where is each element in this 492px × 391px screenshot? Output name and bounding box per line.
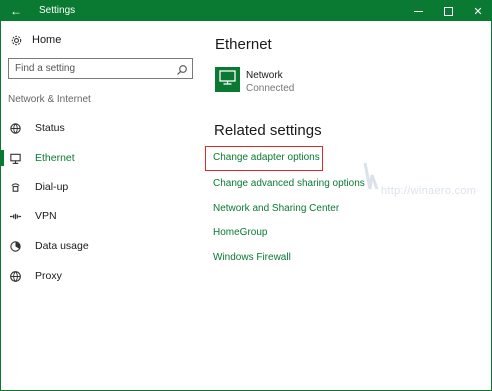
globe-icon xyxy=(8,269,22,283)
sidebar-item-dialup[interactable]: Dial-up xyxy=(1,176,201,198)
related-settings-heading: Related settings xyxy=(214,122,322,139)
search-box xyxy=(8,58,193,79)
search-input[interactable] xyxy=(9,63,169,74)
dialup-icon xyxy=(8,180,22,194)
sidebar-item-vpn[interactable]: VPN xyxy=(1,205,201,227)
sidebar-item-data-usage[interactable]: Data usage xyxy=(1,235,201,257)
maximize-icon xyxy=(443,6,453,16)
network-sharing-center-link[interactable]: Network and Sharing Center xyxy=(213,203,339,214)
minimize-icon xyxy=(413,10,423,12)
sidebar-item-ethernet[interactable]: Ethernet xyxy=(1,147,201,169)
vpn-icon xyxy=(8,209,22,223)
window-title: Settings xyxy=(39,5,76,16)
change-adapter-options-link[interactable]: Change adapter options xyxy=(213,152,320,163)
sidebar-item-label: Status xyxy=(35,122,65,134)
search-icon[interactable] xyxy=(176,63,188,75)
title-bar: ← Settings ✕ xyxy=(1,1,491,21)
sidebar-item-proxy[interactable]: Proxy xyxy=(1,265,201,287)
settings-window: ← Settings ✕ Home Netwo xyxy=(0,0,492,391)
sidebar-item-label: Dial-up xyxy=(35,181,69,193)
network-status: Connected xyxy=(246,83,295,94)
watermark-logo-icon xyxy=(363,161,379,193)
minimize-button[interactable] xyxy=(403,1,433,21)
back-button[interactable]: ← xyxy=(1,1,31,21)
homegroup-link[interactable]: HomeGroup xyxy=(213,227,267,238)
sidebar: Home Network & Internet Status xyxy=(1,21,201,390)
close-icon: ✕ xyxy=(473,5,483,18)
page-title: Ethernet xyxy=(215,36,272,53)
sidebar-item-label: Proxy xyxy=(35,270,62,282)
network-tile[interactable] xyxy=(215,67,240,92)
windows-firewall-link[interactable]: Windows Firewall xyxy=(213,252,291,263)
change-advanced-sharing-link[interactable]: Change advanced sharing options xyxy=(213,178,365,189)
watermark: http://winaero.com xyxy=(363,161,483,201)
home-label: Home xyxy=(32,34,62,46)
sidebar-item-label: Ethernet xyxy=(35,152,75,164)
globe-status-icon xyxy=(8,121,22,135)
data-usage-icon xyxy=(8,239,22,253)
sidebar-item-label: Data usage xyxy=(35,240,89,252)
monitor-network-icon xyxy=(219,69,236,90)
network-name[interactable]: Network xyxy=(246,70,283,81)
maximize-button[interactable] xyxy=(433,1,463,21)
main-content: Ethernet Network Connected Related setti… xyxy=(201,21,491,390)
watermark-text: http://winaero.com xyxy=(381,185,477,197)
back-arrow-icon: ← xyxy=(10,4,22,18)
home-nav[interactable]: Home xyxy=(9,31,61,49)
ethernet-icon xyxy=(8,151,22,165)
close-button[interactable]: ✕ xyxy=(463,1,492,21)
section-label: Network & Internet xyxy=(8,94,91,105)
gear-icon xyxy=(9,33,23,47)
sidebar-item-label: VPN xyxy=(35,210,57,222)
sidebar-item-status[interactable]: Status xyxy=(1,117,201,139)
